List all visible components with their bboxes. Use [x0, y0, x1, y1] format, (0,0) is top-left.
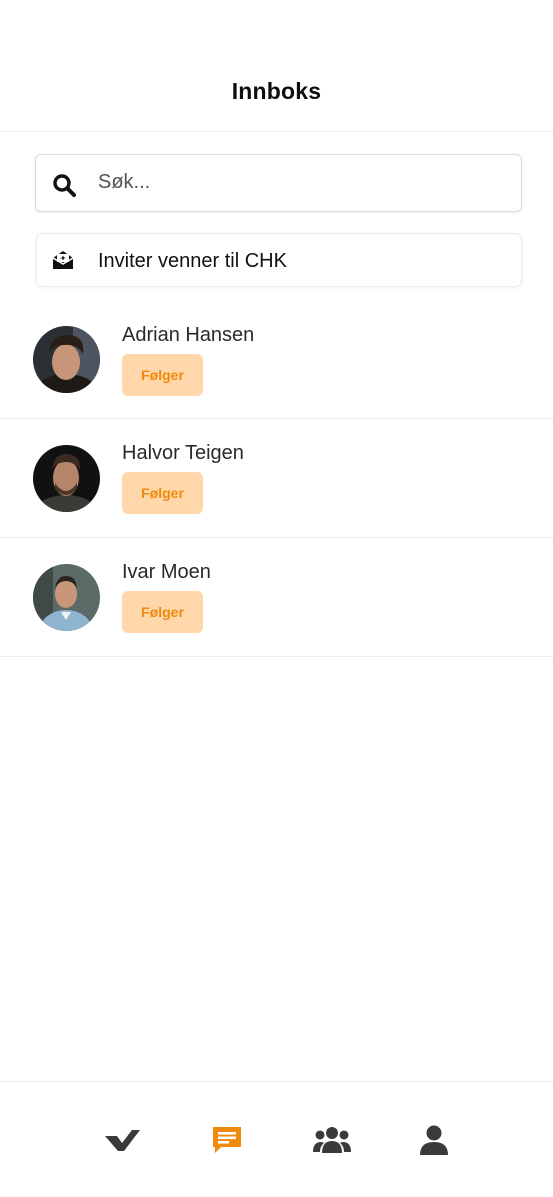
tab-community[interactable] — [312, 1122, 352, 1158]
search-input[interactable] — [98, 155, 508, 210]
avatar — [33, 564, 100, 631]
bottom-tab-bar — [0, 1081, 553, 1197]
follow-status-button[interactable]: Følger — [122, 354, 203, 396]
check-logo-icon — [105, 1130, 140, 1151]
tab-home[interactable] — [102, 1122, 142, 1158]
contact-row[interactable]: Ivar Moen Følger — [0, 538, 553, 657]
page-title: Innboks — [231, 78, 322, 104]
invite-label: Inviter venner til CHK — [98, 250, 287, 272]
header: Innboks — [0, 0, 553, 132]
contact-name: Ivar Moen — [122, 561, 211, 583]
invite-friends-button[interactable]: Inviter venner til CHK — [36, 233, 522, 287]
contact-row[interactable]: Adrian Hansen Følger — [0, 300, 553, 419]
tab-profile[interactable] — [414, 1122, 454, 1158]
group-icon — [313, 1127, 351, 1153]
chat-icon — [213, 1127, 241, 1153]
follow-status-button[interactable]: Følger — [122, 472, 203, 514]
tab-messages[interactable] — [207, 1122, 247, 1158]
search-bar[interactable] — [35, 154, 522, 212]
contact-name: Adrian Hansen — [122, 324, 255, 346]
envelope-open-icon — [52, 251, 74, 269]
search-icon — [53, 174, 76, 197]
profile-icon — [420, 1125, 448, 1155]
avatar — [33, 326, 100, 393]
contact-row[interactable]: Halvor Teigen Følger — [0, 419, 553, 538]
follow-status-button[interactable]: Følger — [122, 591, 203, 633]
avatar — [33, 445, 100, 512]
contact-name: Halvor Teigen — [122, 442, 244, 464]
